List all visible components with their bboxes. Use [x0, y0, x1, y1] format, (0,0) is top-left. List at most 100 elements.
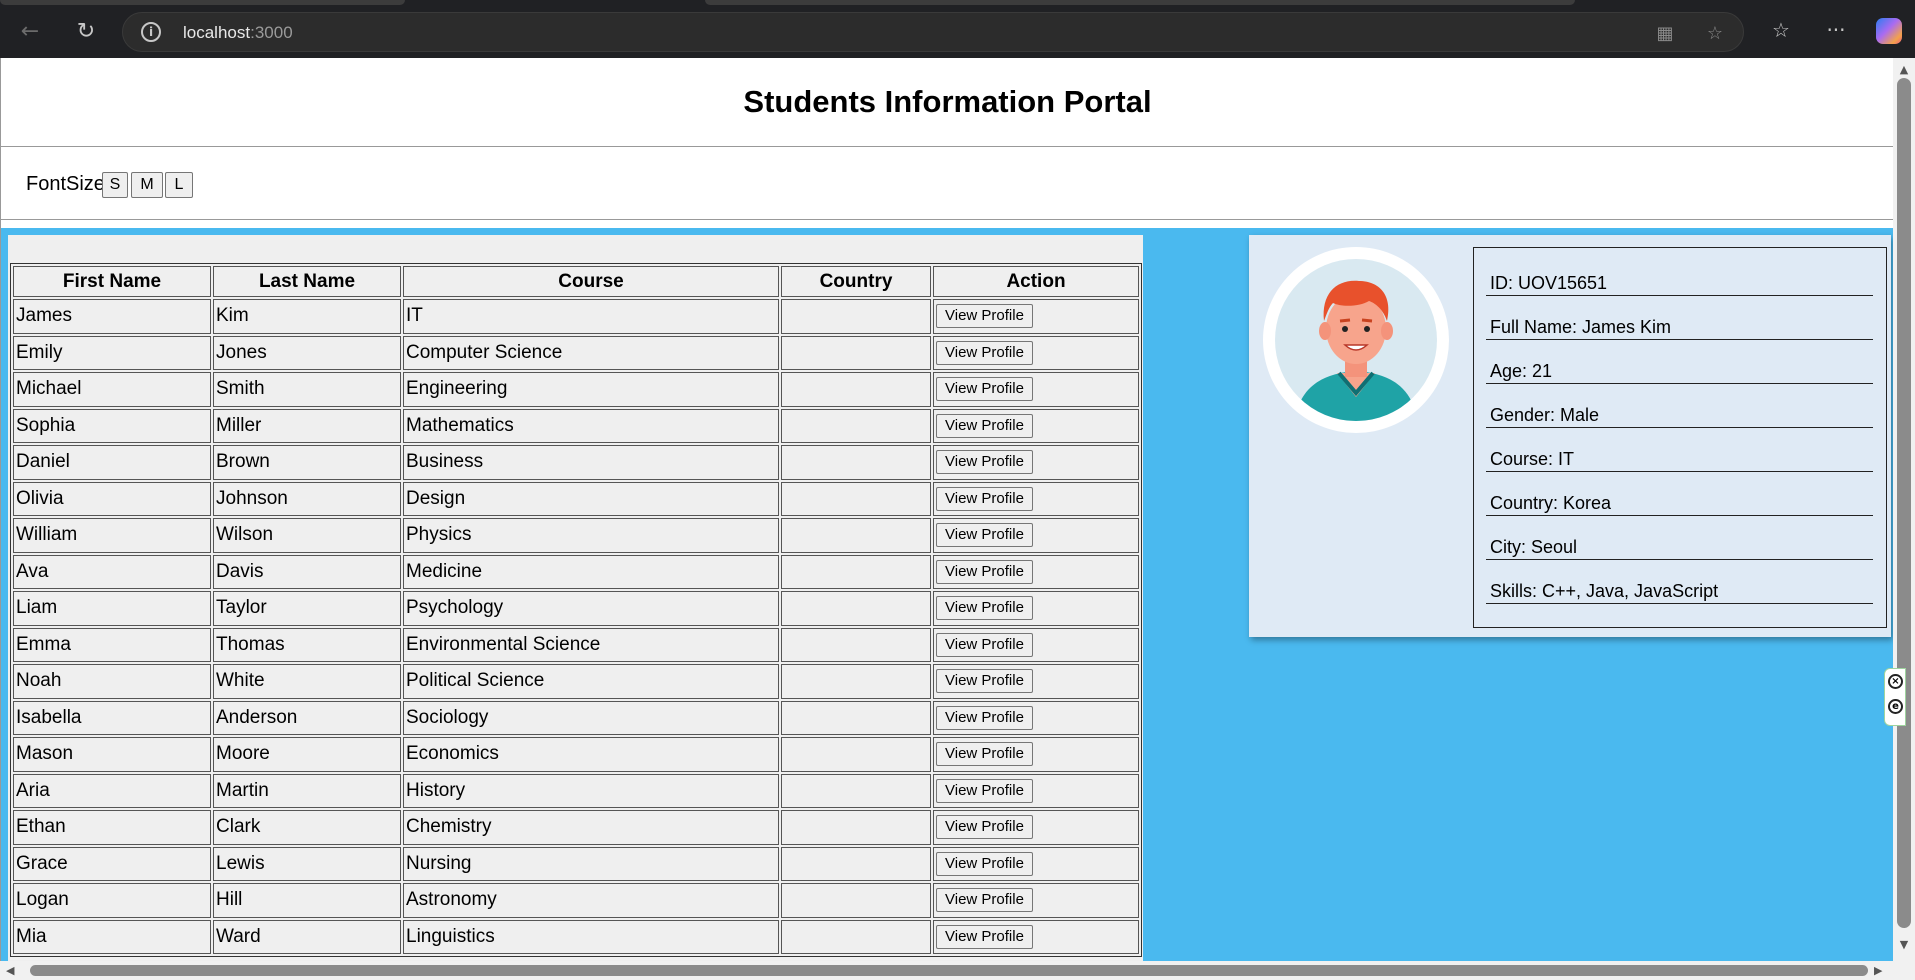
- cell-action: View Profile: [933, 591, 1139, 626]
- cell-country: [781, 627, 931, 662]
- scrollbar-corner: [1893, 961, 1915, 980]
- more-options-icon[interactable]: ···: [1820, 14, 1852, 46]
- app-available-icon[interactable]: ▦: [1653, 21, 1677, 45]
- cell-action: View Profile: [933, 627, 1139, 662]
- scroll-left-arrow-icon[interactable]: ◀: [6, 964, 18, 977]
- view-profile-button[interactable]: View Profile: [936, 924, 1033, 949]
- cell-course: Business: [403, 445, 779, 480]
- cell-action: View Profile: [933, 299, 1139, 334]
- fontsize-medium-button[interactable]: M: [131, 172, 163, 198]
- view-profile-button[interactable]: View Profile: [936, 559, 1033, 584]
- horizontal-scroll-thumb[interactable]: [30, 965, 1868, 976]
- tab[interactable]: [0, 0, 405, 5]
- table-row: Aria Martin History View Profile: [13, 773, 1139, 808]
- view-profile-button[interactable]: View Profile: [936, 632, 1033, 657]
- cell-action: View Profile: [933, 554, 1139, 589]
- view-profile-button[interactable]: View Profile: [936, 377, 1033, 402]
- extension-e-icon[interactable]: e: [1888, 699, 1903, 714]
- extension-side-widget[interactable]: × e: [1884, 668, 1906, 726]
- view-profile-button[interactable]: View Profile: [936, 413, 1033, 438]
- cell-action: View Profile: [933, 664, 1139, 699]
- cell-country: [781, 554, 931, 589]
- detail-course: Course: IT: [1486, 434, 1873, 472]
- vertical-scrollbar[interactable]: ▲ ▼: [1893, 58, 1915, 961]
- cell-last-name: Smith: [213, 372, 401, 407]
- cell-country: [781, 700, 931, 735]
- vertical-scroll-thumb[interactable]: [1897, 78, 1911, 928]
- table-row: Emily Jones Computer Science View Profile: [13, 335, 1139, 370]
- cell-first-name: Logan: [13, 883, 211, 918]
- collections-icon[interactable]: ☆: [1765, 14, 1797, 46]
- view-profile-button[interactable]: View Profile: [936, 888, 1033, 913]
- view-profile-button[interactable]: View Profile: [936, 523, 1033, 548]
- url-text[interactable]: localhost:3000: [183, 23, 293, 43]
- scroll-down-arrow-icon[interactable]: ▼: [1898, 938, 1910, 951]
- horizontal-scrollbar[interactable]: ◀ ▶: [0, 961, 1893, 980]
- cell-country: [781, 445, 931, 480]
- view-profile-button[interactable]: View Profile: [936, 742, 1033, 767]
- site-info-icon[interactable]: i: [141, 22, 161, 42]
- favorite-star-icon[interactable]: ☆: [1703, 21, 1727, 45]
- detail-id: ID: UOV15651: [1486, 258, 1873, 296]
- cell-first-name: Mia: [13, 919, 211, 954]
- view-profile-button[interactable]: View Profile: [936, 778, 1033, 803]
- fontsize-large-button[interactable]: L: [165, 172, 193, 198]
- view-profile-button[interactable]: View Profile: [936, 486, 1033, 511]
- cell-country: [781, 481, 931, 516]
- cell-course: Nursing: [403, 846, 779, 881]
- back-arrow-icon[interactable]: ←: [12, 13, 48, 49]
- cell-action: View Profile: [933, 810, 1139, 845]
- table-row: Daniel Brown Business View Profile: [13, 445, 1139, 480]
- view-profile-button[interactable]: View Profile: [936, 705, 1033, 730]
- cell-course: Environmental Science: [403, 627, 779, 662]
- header-last-name: Last Name: [213, 266, 401, 297]
- fontsize-small-button[interactable]: S: [102, 172, 128, 198]
- cell-country: [781, 883, 931, 918]
- table-row: Logan Hill Astronomy View Profile: [13, 883, 1139, 918]
- browser-toolbar: ← ↻ i localhost:3000 ▦ ☆ ☆ ···: [0, 0, 1915, 58]
- detail-city: City: Seoul: [1486, 522, 1873, 560]
- close-circle-icon[interactable]: ×: [1888, 674, 1903, 689]
- scroll-up-arrow-icon[interactable]: ▲: [1898, 63, 1910, 76]
- detail-country: Country: Korea: [1486, 478, 1873, 516]
- cell-action: View Profile: [933, 335, 1139, 370]
- cell-course: Linguistics: [403, 919, 779, 954]
- reload-icon[interactable]: ↻: [68, 13, 104, 49]
- cell-last-name: Martin: [213, 773, 401, 808]
- table-row: Michael Smith Engineering View Profile: [13, 372, 1139, 407]
- cell-country: [781, 518, 931, 553]
- table-row: Emma Thomas Environmental Science View Prof…: [13, 627, 1139, 662]
- cell-course: Mathematics: [403, 408, 779, 443]
- cell-course: Astronomy: [403, 883, 779, 918]
- cell-action: View Profile: [933, 883, 1139, 918]
- cell-course: Engineering: [403, 372, 779, 407]
- cell-last-name: Davis: [213, 554, 401, 589]
- table-row: Ethan Clark Chemistry View Profile: [13, 810, 1139, 845]
- view-profile-button[interactable]: View Profile: [936, 340, 1033, 365]
- table-row: Isabella Anderson Sociology View Profile: [13, 700, 1139, 735]
- cell-last-name: Hill: [213, 883, 401, 918]
- cell-course: Psychology: [403, 591, 779, 626]
- view-profile-button[interactable]: View Profile: [936, 851, 1033, 876]
- tab[interactable]: [705, 0, 1575, 5]
- address-bar[interactable]: i localhost:3000 ▦ ☆: [122, 12, 1744, 52]
- cell-first-name: Emily: [13, 335, 211, 370]
- cell-country: [781, 846, 931, 881]
- table-row: Sophia Miller Mathematics View Profile: [13, 408, 1139, 443]
- cell-country: [781, 919, 931, 954]
- copilot-icon[interactable]: [1876, 18, 1902, 44]
- table-row: William Wilson Physics View Profile: [13, 518, 1139, 553]
- view-profile-button[interactable]: View Profile: [936, 669, 1033, 694]
- scroll-right-arrow-icon[interactable]: ▶: [1874, 964, 1886, 977]
- cell-first-name: Ethan: [13, 810, 211, 845]
- profile-details: ID: UOV15651 Full Name: James Kim Age: 2…: [1473, 247, 1887, 628]
- cell-last-name: Wilson: [213, 518, 401, 553]
- view-profile-button[interactable]: View Profile: [936, 815, 1033, 840]
- content-area: First Name Last Name Course Country Acti…: [1, 228, 1893, 961]
- view-profile-button[interactable]: View Profile: [936, 304, 1033, 329]
- view-profile-button[interactable]: View Profile: [936, 596, 1033, 621]
- view-profile-button[interactable]: View Profile: [936, 450, 1033, 475]
- cell-course: Medicine: [403, 554, 779, 589]
- cell-first-name: Daniel: [13, 445, 211, 480]
- cell-course: Design: [403, 481, 779, 516]
